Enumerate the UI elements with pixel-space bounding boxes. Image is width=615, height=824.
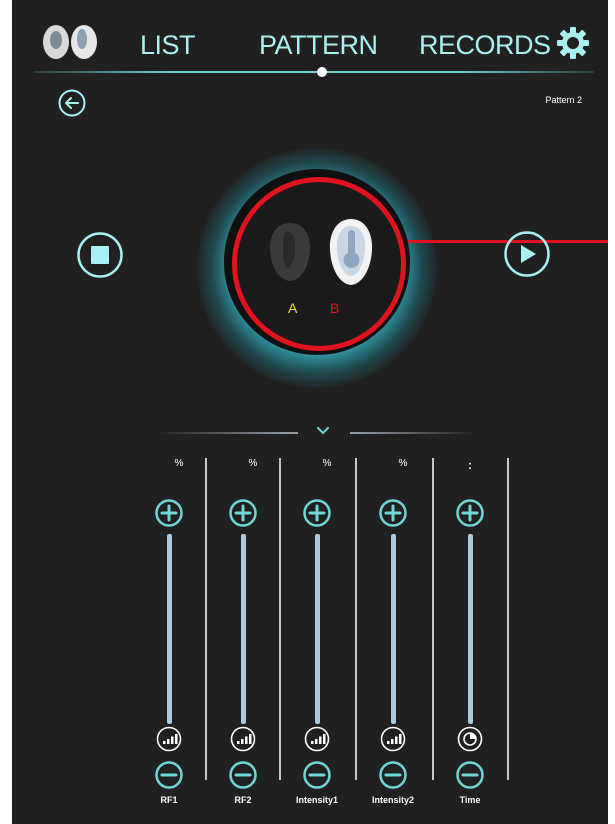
slider-unit: % bbox=[322, 458, 332, 469]
plus-icon[interactable] bbox=[302, 498, 332, 528]
active-tab-indicator bbox=[317, 67, 327, 77]
selected-device-ring[interactable] bbox=[232, 177, 406, 351]
stop-icon[interactable] bbox=[76, 231, 124, 279]
pattern-name: Pattern 2 bbox=[545, 95, 582, 105]
slider-unit: : bbox=[468, 458, 472, 472]
slider-label: RF2 bbox=[234, 795, 252, 805]
minus-icon[interactable] bbox=[455, 760, 485, 790]
slider-unit: % bbox=[398, 458, 408, 469]
minus-icon[interactable] bbox=[302, 760, 332, 790]
slider-track[interactable] bbox=[468, 534, 473, 724]
slider-separator bbox=[355, 458, 357, 780]
chevron-down-icon[interactable] bbox=[315, 424, 331, 438]
earbud-b-label: B bbox=[330, 300, 340, 316]
app-screen: LIST PATTERN RECORDS Pattern 2 A B % RF1… bbox=[12, 0, 608, 824]
slider-unit: % bbox=[248, 458, 258, 469]
section-divider-right bbox=[350, 432, 475, 434]
signal-strength-icon bbox=[230, 726, 256, 752]
earbud-b-icon[interactable] bbox=[326, 216, 376, 288]
earbuds-icon bbox=[43, 25, 97, 59]
plus-icon[interactable] bbox=[455, 498, 485, 528]
plus-icon[interactable] bbox=[228, 498, 258, 528]
slider-unit: % bbox=[174, 458, 184, 469]
slider-track[interactable] bbox=[315, 534, 320, 724]
back-arrow-icon[interactable] bbox=[57, 88, 87, 118]
slider-separator bbox=[279, 458, 281, 780]
slider-label: RF1 bbox=[160, 795, 178, 805]
slider-track[interactable] bbox=[167, 534, 172, 724]
nav-underline bbox=[34, 71, 594, 73]
plus-icon[interactable] bbox=[154, 498, 184, 528]
minus-icon[interactable] bbox=[378, 760, 408, 790]
earbud-a-label: A bbox=[288, 300, 298, 316]
plus-icon[interactable] bbox=[378, 498, 408, 528]
slider-label: Intensity1 bbox=[295, 795, 338, 805]
gear-icon[interactable] bbox=[556, 26, 590, 60]
slider-separator bbox=[432, 458, 434, 780]
slider-separator bbox=[205, 458, 207, 780]
earbud-a-icon[interactable] bbox=[266, 220, 314, 284]
section-divider-left bbox=[158, 432, 298, 434]
clock-icon bbox=[457, 726, 483, 752]
tab-records[interactable]: RECORDS bbox=[419, 30, 551, 61]
slider-label: Time bbox=[459, 795, 481, 805]
signal-strength-icon bbox=[304, 726, 330, 752]
slider-separator bbox=[507, 458, 509, 780]
slider-track[interactable] bbox=[391, 534, 396, 724]
slider-label: Intensity2 bbox=[371, 795, 414, 805]
play-icon[interactable] bbox=[503, 230, 551, 278]
tab-pattern[interactable]: PATTERN bbox=[259, 30, 378, 61]
signal-strength-icon bbox=[380, 726, 406, 752]
minus-icon[interactable] bbox=[154, 760, 184, 790]
tab-list[interactable]: LIST bbox=[140, 30, 196, 61]
signal-strength-icon bbox=[156, 726, 182, 752]
slider-track[interactable] bbox=[241, 534, 246, 724]
minus-icon[interactable] bbox=[228, 760, 258, 790]
